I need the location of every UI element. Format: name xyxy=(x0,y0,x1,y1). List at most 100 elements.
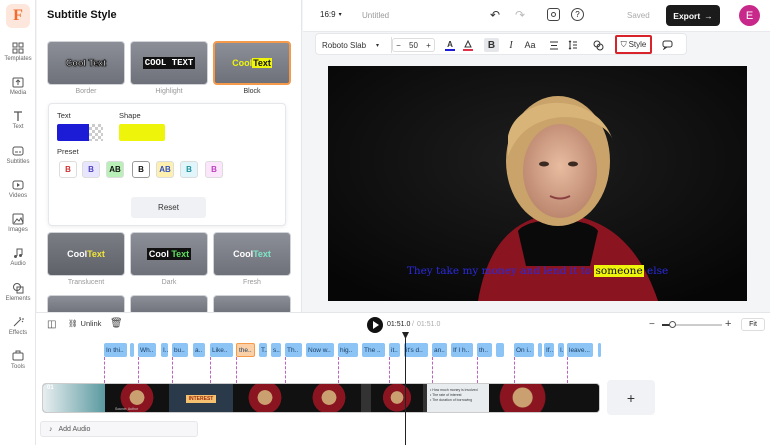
subtitle-chip[interactable]: hig.. xyxy=(338,343,358,357)
unlink-button[interactable]: ⛓ Unlink xyxy=(68,319,101,328)
aspect-ratio-dropdown[interactable]: 16:9 ▾ xyxy=(320,10,342,19)
top-bar: 16:9 ▾ Untitled ↶ ↷ ? Saved Export → E xyxy=(303,0,770,32)
add-clip-button[interactable]: + xyxy=(607,380,655,415)
subtitle-chip[interactable] xyxy=(598,343,601,357)
timeline-marker xyxy=(138,357,139,383)
subtitle-chip[interactable]: an.. xyxy=(432,343,447,357)
subtitle-chip[interactable] xyxy=(538,343,542,357)
subtitle-chip[interactable]: it.. xyxy=(389,343,400,357)
preset-option[interactable]: B xyxy=(205,161,223,178)
preset-option[interactable]: AB xyxy=(106,161,124,178)
subtitle-chip[interactable] xyxy=(130,343,134,357)
export-button[interactable]: Export → xyxy=(666,5,720,26)
shape-color-swatch[interactable] xyxy=(119,124,165,141)
zoom-slider-handle[interactable] xyxy=(669,321,676,328)
video-track-clip[interactable]: 01 INTEREST • How much money is involved… xyxy=(42,383,600,413)
sidebar-item-elements[interactable]: Elements xyxy=(0,282,36,302)
subtitle-chip[interactable]: I.. xyxy=(558,343,564,357)
subtitle-chip[interactable]: T.. xyxy=(259,343,267,357)
subtitle-chip[interactable]: In thi.. xyxy=(104,343,127,357)
subtitle-chip[interactable]: On i.. xyxy=(514,343,534,357)
text-toolbar: Roboto Slab ▾ − 50 + A B I Aa ⛉ Style xyxy=(315,33,687,55)
subtitle-chip[interactable]: leave... xyxy=(567,343,593,357)
subtitle-chip[interactable]: Like.. xyxy=(210,343,233,357)
subtitle-chip-selected[interactable]: the.. xyxy=(236,343,255,357)
preset-option[interactable]: B xyxy=(59,161,77,178)
subtitle-chip[interactable]: a.. xyxy=(193,343,205,357)
sidebar-item-audio[interactable]: Audio xyxy=(0,247,36,267)
app-logo[interactable]: F xyxy=(6,4,30,28)
sidebar-item-videos[interactable]: Videos xyxy=(0,179,36,199)
style-card-dark[interactable]: Cool Text xyxy=(130,232,208,276)
style-button[interactable]: ⛉ Style xyxy=(615,35,652,54)
subtitle-chip[interactable]: bu.. xyxy=(172,343,188,357)
preset-option[interactable]: AB xyxy=(156,161,174,178)
subtitle-chip[interactable]: s.. xyxy=(271,343,281,357)
sidebar-item-effects[interactable]: Effects xyxy=(0,316,36,336)
italic-button[interactable]: I xyxy=(504,38,518,52)
align-center-icon[interactable] xyxy=(548,38,560,52)
preset-option[interactable]: B xyxy=(82,161,100,178)
fit-button[interactable]: Fit xyxy=(741,318,765,331)
sidebar-item-label: Subtitles xyxy=(6,159,30,165)
subtitle-chip[interactable]: I.. xyxy=(161,343,168,357)
style-preview-text: Cool xyxy=(233,249,254,259)
subtitle-chip[interactable] xyxy=(496,343,504,357)
font-family-dropdown[interactable]: Roboto Slab ▾ xyxy=(322,38,390,52)
sidebar-item-images[interactable]: Images xyxy=(0,213,36,233)
subtitle-chip[interactable]: Wh.. xyxy=(138,343,156,357)
play-button[interactable] xyxy=(367,317,383,333)
preset-option[interactable]: B xyxy=(180,161,198,178)
avatar[interactable]: E xyxy=(739,5,760,26)
zoom-slider[interactable] xyxy=(662,321,722,328)
sidebar-item-label: Videos xyxy=(8,193,28,199)
line-spacing-icon[interactable] xyxy=(567,38,579,52)
text-color-swatch[interactable] xyxy=(57,124,103,141)
subtitle-chip[interactable]: If I h.. xyxy=(451,343,473,357)
subtitle-chip[interactable]: The .. xyxy=(362,343,385,357)
subtitle-chip[interactable]: it's d.. xyxy=(404,343,428,357)
style-card-fresh[interactable]: Cool Text xyxy=(213,232,291,276)
font-size-stepper[interactable]: − 50 + xyxy=(392,38,435,52)
clip-thumbnail xyxy=(297,384,361,412)
sidebar-item-tools[interactable]: Tools xyxy=(0,350,36,370)
style-card-highlight[interactable]: COOL TEXT xyxy=(130,41,208,85)
text-case-button[interactable]: Aa xyxy=(522,38,538,52)
text-color-icon[interactable]: A xyxy=(443,38,457,52)
redo-icon[interactable]: ↷ xyxy=(515,8,525,22)
sidebar-item-templates[interactable]: Templates xyxy=(0,42,36,62)
split-icon[interactable]: ◫ xyxy=(47,319,56,330)
sidebar-item-media[interactable]: Media xyxy=(0,76,36,96)
sidebar-item-subtitles[interactable]: Subtitles xyxy=(0,145,36,165)
subtitle-overlay[interactable]: They take my money and lend it to someon… xyxy=(328,265,747,277)
highlight-color-icon[interactable] xyxy=(461,38,475,52)
bold-button[interactable]: B xyxy=(484,38,499,52)
decrease-size-button[interactable]: − xyxy=(394,41,404,50)
sidebar-item-text[interactable]: Text xyxy=(0,110,36,130)
undo-icon[interactable]: ↶ xyxy=(490,8,500,22)
timeline-marker xyxy=(210,357,211,383)
layers-icon[interactable] xyxy=(592,38,604,52)
comment-icon[interactable] xyxy=(661,38,674,52)
increase-size-button[interactable]: + xyxy=(424,41,434,50)
preset-option[interactable]: B xyxy=(132,161,150,178)
style-card-block[interactable]: Cool Text xyxy=(213,41,291,85)
style-card-translucent[interactable]: Cool Text xyxy=(47,232,125,276)
subtitle-chip[interactable]: Now w.. xyxy=(306,343,334,357)
subtitle-chip[interactable]: If.. xyxy=(544,343,554,357)
screenshot-icon[interactable] xyxy=(547,8,560,21)
help-icon[interactable]: ? xyxy=(571,8,584,21)
style-card-border[interactable]: Cool Text xyxy=(47,41,125,85)
reset-button[interactable]: Reset xyxy=(131,197,206,218)
subtitle-chip[interactable]: th.. xyxy=(477,343,492,357)
project-title[interactable]: Untitled xyxy=(362,11,389,20)
video-preview[interactable]: They take my money and lend it to someon… xyxy=(328,66,747,301)
trash-icon[interactable]: 🗑 xyxy=(110,318,123,329)
subtitle-chip[interactable]: Th.. xyxy=(285,343,302,357)
playhead[interactable] xyxy=(405,335,406,445)
link-icon: ⛓ xyxy=(68,319,78,328)
add-audio-button[interactable]: ♪ Add Audio xyxy=(40,421,198,437)
transparency-swatch[interactable] xyxy=(89,124,103,141)
zoom-in-icon[interactable]: + xyxy=(725,318,731,330)
zoom-out-icon[interactable]: − xyxy=(649,319,655,330)
